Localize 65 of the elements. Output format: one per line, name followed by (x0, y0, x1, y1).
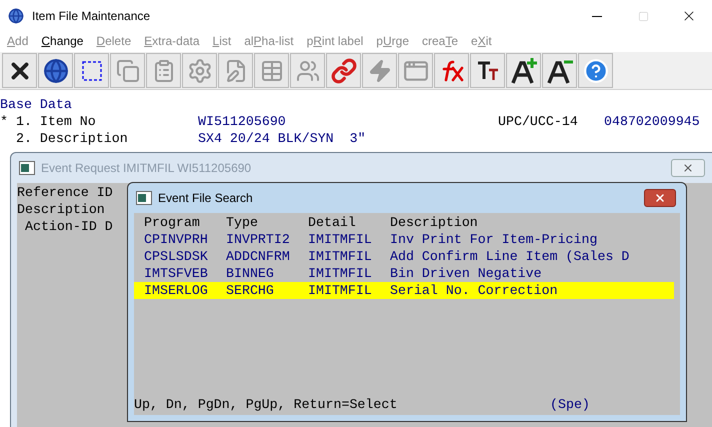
toolbar-button[interactable] (470, 53, 505, 88)
table-cell-text: CPSLSDSK (144, 248, 209, 265)
table-cell-text: IMTSFVEB (144, 265, 209, 282)
column-header: Program (144, 214, 201, 231)
field-value: WI511205690 (198, 113, 287, 130)
table-cell-text: IMITMFIL (308, 231, 373, 248)
lightning-icon (368, 58, 392, 82)
toolbar-button[interactable] (542, 53, 577, 88)
dialog-title: Event Request IMITMFIL WI511205690 (41, 160, 252, 177)
key-hint: Up, Dn, PgDn, PgUp, Return=Select (134, 396, 398, 413)
column-header: Detail (308, 214, 357, 231)
table-cell-text: SERCHG (226, 282, 275, 299)
font-size-icon (476, 60, 500, 82)
dialog-text: Description (17, 201, 105, 218)
table-icon (260, 58, 284, 82)
window-icon (19, 161, 35, 175)
toolbar-button[interactable] (2, 53, 37, 88)
dialog-text: Reference ID (17, 184, 113, 201)
app-icon (8, 8, 24, 24)
toolbar-button[interactable] (506, 53, 541, 88)
column-header: Description (390, 214, 478, 231)
table-cell-text: CPINVPRH (144, 231, 209, 248)
table-cell: Add Confirm Line Item (Sales D (390, 248, 630, 265)
field-value: SX4 20/24 BLK/SYN 3" (198, 130, 367, 147)
dialog-text: Action-ID D (24, 218, 113, 235)
dialog-title: Event File Search (158, 190, 253, 207)
help-icon (582, 58, 608, 84)
field-label: * 1. Item No (0, 113, 97, 130)
window-title: Item File Maintenance (32, 8, 150, 25)
table-cell: Serial No. Correction (390, 282, 558, 299)
toolbar-button[interactable] (38, 53, 73, 88)
table-cell-text: IMITMFIL (308, 265, 373, 282)
close-icon (682, 162, 694, 174)
chain-link-icon (330, 58, 356, 84)
field-value: 048702009945 (604, 113, 700, 130)
result-row[interactable]: CPSLSDSK ADDCNFRM IMITMFIL Add Confirm Line Item (Sales D (134, 248, 674, 265)
table-cell-text: ADDCNFRM (226, 248, 291, 265)
table-cell-text: BINNEG (226, 265, 275, 282)
section-heading: Base Data (0, 96, 72, 113)
result-row[interactable]: CPINVPRH INVPRTI2 IMITMFIL Inv Print For Item-Pricing (134, 231, 674, 248)
result-row[interactable]: IMSERLOG SERCHG IMITMFIL Serial No. Correction (134, 282, 674, 299)
font-increase-icon (510, 56, 538, 84)
close-button[interactable] (671, 159, 705, 177)
close-icon (654, 192, 666, 204)
key-hint: (Spe) (550, 396, 590, 413)
field-label: 2. Description (14, 130, 129, 147)
table-cell-text: IMITMFIL (308, 248, 373, 265)
table-cell-text: IMSERLOG (144, 282, 209, 299)
field-label: UPC/UCC-14 (498, 113, 579, 130)
selection-icon (82, 60, 102, 80)
menu-item[interactable]: Change (41, 32, 84, 50)
users-icon (296, 58, 320, 82)
table-cell: Bin Driven Negative (390, 265, 542, 282)
gear-icon (186, 58, 212, 84)
table-cell: Inv Print For Item-Pricing (390, 231, 598, 248)
close-button[interactable] (644, 189, 676, 207)
table-cell-text: IMITMFIL (308, 282, 373, 299)
toolbar-button[interactable] (74, 53, 109, 88)
table-cell-text: INVPRTI2 (226, 231, 291, 248)
globe-icon (42, 58, 68, 84)
column-header: Type (226, 214, 259, 231)
result-row[interactable]: IMTSFVEB BINNEG IMITMFIL Bin Driven Negative (134, 265, 674, 282)
copy-icon (116, 58, 140, 82)
window-icon (136, 191, 152, 205)
maximize-icon (638, 10, 648, 22)
